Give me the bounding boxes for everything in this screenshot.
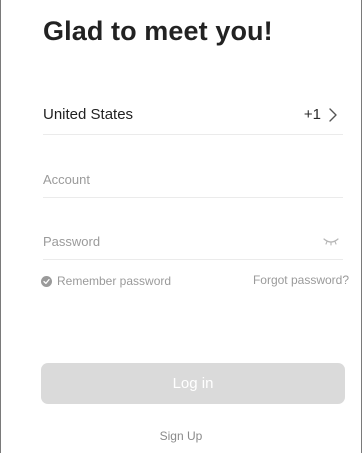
check-circle-icon bbox=[41, 275, 52, 287]
country-dial-code: +1 bbox=[303, 106, 321, 123]
chevron-right-icon bbox=[329, 108, 337, 122]
eye-closed-icon[interactable] bbox=[323, 236, 339, 246]
account-input[interactable] bbox=[43, 166, 303, 192]
account-field-row bbox=[43, 160, 343, 198]
remember-password-checkbox[interactable]: Remember password bbox=[41, 272, 171, 290]
login-button[interactable]: Log in bbox=[41, 363, 345, 404]
remember-password-label: Remember password bbox=[57, 274, 172, 288]
forgot-password-link[interactable]: Forgot password? bbox=[253, 273, 349, 287]
password-field-row bbox=[43, 222, 343, 260]
login-screen: Glad to meet you! United States +1 Remem… bbox=[0, 0, 362, 453]
sign-up-link[interactable]: Sign Up bbox=[1, 429, 361, 443]
country-name: United States bbox=[43, 106, 134, 123]
password-input[interactable] bbox=[43, 228, 303, 254]
page-title: Glad to meet you! bbox=[43, 16, 273, 46]
country-selector[interactable]: United States +1 bbox=[43, 99, 343, 135]
